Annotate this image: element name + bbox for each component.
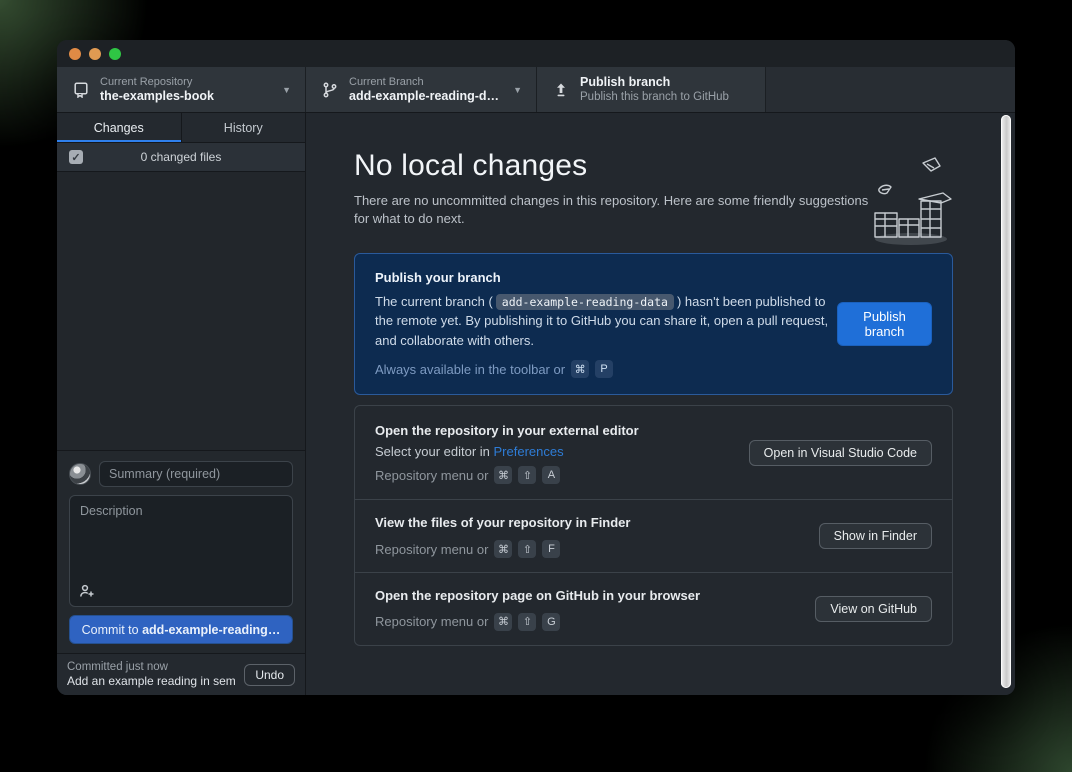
committed-status: Committed just now bbox=[67, 660, 236, 674]
suggestion-view-github: Open the repository page on GitHub in yo… bbox=[355, 572, 952, 645]
paper-stack-illustration bbox=[861, 157, 957, 254]
suggestion-editor-line: Select your editor in Preferences bbox=[375, 444, 733, 459]
suggestions-group: Open the repository in your external edi… bbox=[354, 405, 953, 646]
shortcut-label: Repository menu or bbox=[375, 614, 488, 629]
suggestion-shortcut: Repository menu or ⌘ ⇧ A bbox=[375, 466, 733, 484]
sidebar-tabs: Changes History bbox=[57, 113, 305, 143]
shortcut-label: Repository menu or bbox=[375, 468, 488, 483]
toolbar-empty-area bbox=[766, 67, 1015, 112]
current-repository-button[interactable]: Current Repository the-examples-book ▼ bbox=[57, 67, 306, 112]
commit-button[interactable]: Commit to add-example-reading… bbox=[69, 615, 293, 644]
commit-button-branch: add-example-reading… bbox=[142, 623, 280, 637]
current-branch-value: add-example-reading-d… bbox=[349, 89, 499, 104]
publish-card-body-pre: The current branch ( bbox=[375, 294, 493, 309]
undo-commit-bar: Committed just now Add an example readin… bbox=[57, 653, 305, 695]
page-subtitle: There are no uncommitted changes in this… bbox=[354, 192, 870, 228]
current-branch-button[interactable]: Current Branch add-example-reading-d… ▼ bbox=[306, 67, 537, 112]
app-window: Current Repository the-examples-book ▼ C… bbox=[57, 40, 1015, 695]
publish-branch-subtitle: Publish this branch to GitHub bbox=[580, 90, 729, 104]
cmd-key: ⌘ bbox=[494, 466, 512, 484]
changes-list-empty bbox=[57, 172, 305, 450]
title-bar bbox=[57, 40, 1015, 67]
chevron-down-icon: ▼ bbox=[499, 85, 522, 95]
commit-summary-input[interactable] bbox=[99, 461, 293, 487]
commit-description-box bbox=[69, 495, 293, 607]
publish-card-footer-text: Always available in the toolbar or bbox=[375, 362, 565, 377]
git-branch-icon bbox=[322, 82, 338, 98]
tab-changes[interactable]: Changes bbox=[57, 113, 182, 142]
undo-button[interactable]: Undo bbox=[244, 664, 295, 686]
branch-name-chip: add-example-reading-data bbox=[496, 294, 674, 310]
user-avatar bbox=[69, 463, 91, 485]
toolbar: Current Repository the-examples-book ▼ C… bbox=[57, 67, 1015, 113]
g-key: G bbox=[542, 613, 560, 631]
repo-icon bbox=[73, 82, 89, 98]
suggestion-show-finder: View the files of your repository in Fin… bbox=[355, 499, 952, 572]
close-window-button[interactable] bbox=[69, 48, 81, 60]
view-on-github-button[interactable]: View on GitHub bbox=[815, 596, 932, 622]
minimize-window-button[interactable] bbox=[89, 48, 101, 60]
current-repository-value: the-examples-book bbox=[100, 89, 214, 104]
committed-message: Add an example reading in semi-… bbox=[67, 674, 236, 689]
commit-form: Commit to add-example-reading… bbox=[57, 450, 305, 653]
suggestion-open-editor: Open the repository in your external edi… bbox=[355, 406, 952, 499]
shift-key: ⇧ bbox=[518, 613, 536, 631]
current-repository-label: Current Repository bbox=[100, 76, 214, 89]
publish-card-title: Publish your branch bbox=[375, 270, 837, 285]
suggestion-title: View the files of your repository in Fin… bbox=[375, 514, 803, 533]
chevron-down-icon: ▼ bbox=[268, 85, 291, 95]
add-coauthor-icon[interactable] bbox=[79, 583, 95, 599]
show-in-finder-button[interactable]: Show in Finder bbox=[819, 523, 932, 549]
cmd-key: ⌘ bbox=[494, 613, 512, 631]
suggestion-shortcut: Repository menu or ⌘ ⇧ F bbox=[375, 540, 803, 558]
changed-files-row[interactable]: ✓ 0 changed files bbox=[57, 143, 305, 172]
a-key: A bbox=[542, 466, 560, 484]
zoom-window-button[interactable] bbox=[109, 48, 121, 60]
p-key: P bbox=[595, 360, 613, 378]
changed-files-count: 0 changed files bbox=[141, 150, 222, 164]
publish-branch-title: Publish branch bbox=[580, 75, 729, 90]
publish-branch-card: Publish your branch The current branch (… bbox=[354, 253, 953, 396]
tab-history[interactable]: History bbox=[182, 113, 306, 142]
publish-card-body: The current branch (add-example-reading-… bbox=[375, 292, 837, 351]
current-branch-label: Current Branch bbox=[349, 76, 499, 89]
upload-arrow-icon bbox=[553, 82, 569, 98]
sidebar: Changes History ✓ 0 changed files bbox=[57, 113, 306, 695]
publish-branch-toolbar-button[interactable]: Publish branch Publish this branch to Gi… bbox=[537, 67, 766, 112]
f-key: F bbox=[542, 540, 560, 558]
publish-card-footer: Always available in the toolbar or ⌘ P bbox=[375, 360, 837, 378]
preferences-link[interactable]: Preferences bbox=[494, 444, 564, 459]
publish-branch-button[interactable]: Publish branch bbox=[837, 302, 932, 346]
shortcut-label: Repository menu or bbox=[375, 542, 488, 557]
suggestion-title: Open the repository page on GitHub in yo… bbox=[375, 587, 799, 606]
scrollbar[interactable] bbox=[1001, 115, 1011, 688]
cmd-key: ⌘ bbox=[571, 360, 589, 378]
commit-description-input[interactable] bbox=[70, 496, 292, 606]
main-panel: No local changes There are no uncommitte… bbox=[306, 113, 1015, 695]
suggestion-editor-line-pre: Select your editor in bbox=[375, 444, 494, 459]
select-all-checkbox[interactable]: ✓ bbox=[69, 150, 83, 164]
suggestion-title: Open the repository in your external edi… bbox=[375, 422, 733, 441]
commit-button-prefix: Commit to bbox=[82, 623, 142, 637]
suggestion-shortcut: Repository menu or ⌘ ⇧ G bbox=[375, 613, 799, 631]
cmd-key: ⌘ bbox=[494, 540, 512, 558]
shift-key: ⇧ bbox=[518, 466, 536, 484]
shift-key: ⇧ bbox=[518, 540, 536, 558]
open-in-editor-button[interactable]: Open in Visual Studio Code bbox=[749, 440, 932, 466]
